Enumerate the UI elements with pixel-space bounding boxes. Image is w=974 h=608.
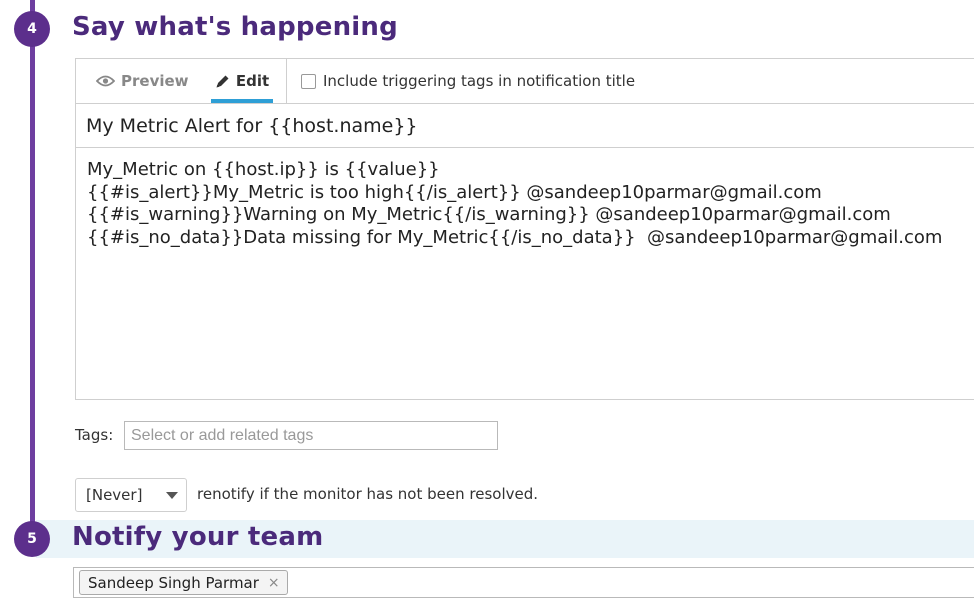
tags-input[interactable]: Select or add related tags	[124, 421, 498, 450]
notification-title-input[interactable]: My Metric Alert for {{host.name}}	[76, 104, 974, 148]
step-4-number: 4	[27, 21, 37, 37]
recipient-name: Sandeep Singh Parmar	[88, 573, 259, 592]
step-4-badge: 4	[14, 11, 50, 47]
renotify-selected-value: [Never]	[86, 486, 143, 504]
tab-edit[interactable]: Edit	[211, 59, 273, 103]
tab-preview[interactable]: Preview	[96, 59, 189, 103]
tab-divider	[286, 59, 287, 103]
recipients-input[interactable]: Sandeep Singh Parmar ×	[73, 567, 974, 598]
tab-edit-label: Edit	[235, 72, 270, 90]
editor-tabs: Preview Edit Include triggering tags in …	[76, 59, 974, 104]
step-5-badge: 5	[14, 521, 50, 557]
tags-placeholder: Select or add related tags	[131, 426, 314, 444]
eye-icon	[96, 75, 115, 87]
message-editor: Preview Edit Include triggering tags in …	[75, 58, 974, 400]
step-5-number: 5	[27, 531, 37, 547]
step-rail	[30, 0, 35, 540]
renotify-description: renotify if the monitor has not been res…	[197, 485, 539, 503]
pencil-icon	[215, 74, 230, 89]
body-line: {{#is_alert}}My_Metric is too high{{/is_…	[87, 181, 822, 203]
step-4-title: Say what's happening	[72, 12, 398, 42]
notification-title-value: My Metric Alert for {{host.name}}	[86, 114, 418, 137]
tab-preview-label: Preview	[121, 72, 189, 90]
body-line: My_Metric on {{host.ip}} is {{value}}	[87, 159, 440, 180]
include-tags-label: Include triggering tags in notification …	[323, 72, 636, 90]
include-tags-option[interactable]: Include triggering tags in notification …	[301, 59, 635, 103]
include-tags-checkbox[interactable]	[301, 73, 316, 89]
renotify-select[interactable]: [Never]	[75, 478, 187, 512]
recipient-chip: Sandeep Singh Parmar ×	[79, 570, 288, 595]
body-line: {{#is_warning}}Warning on My_Metric{{/is…	[87, 204, 891, 225]
notification-body-textarea[interactable]: My_Metric on {{host.ip}} is {{value}} {{#…	[87, 159, 974, 249]
body-line: {{#is_no_data}}Data missing for My_Metri…	[87, 226, 943, 248]
tags-label: Tags:	[75, 426, 114, 444]
step-5-title: Notify your team	[72, 522, 324, 552]
remove-recipient-icon[interactable]: ×	[268, 575, 280, 591]
chevron-down-icon	[166, 492, 178, 499]
